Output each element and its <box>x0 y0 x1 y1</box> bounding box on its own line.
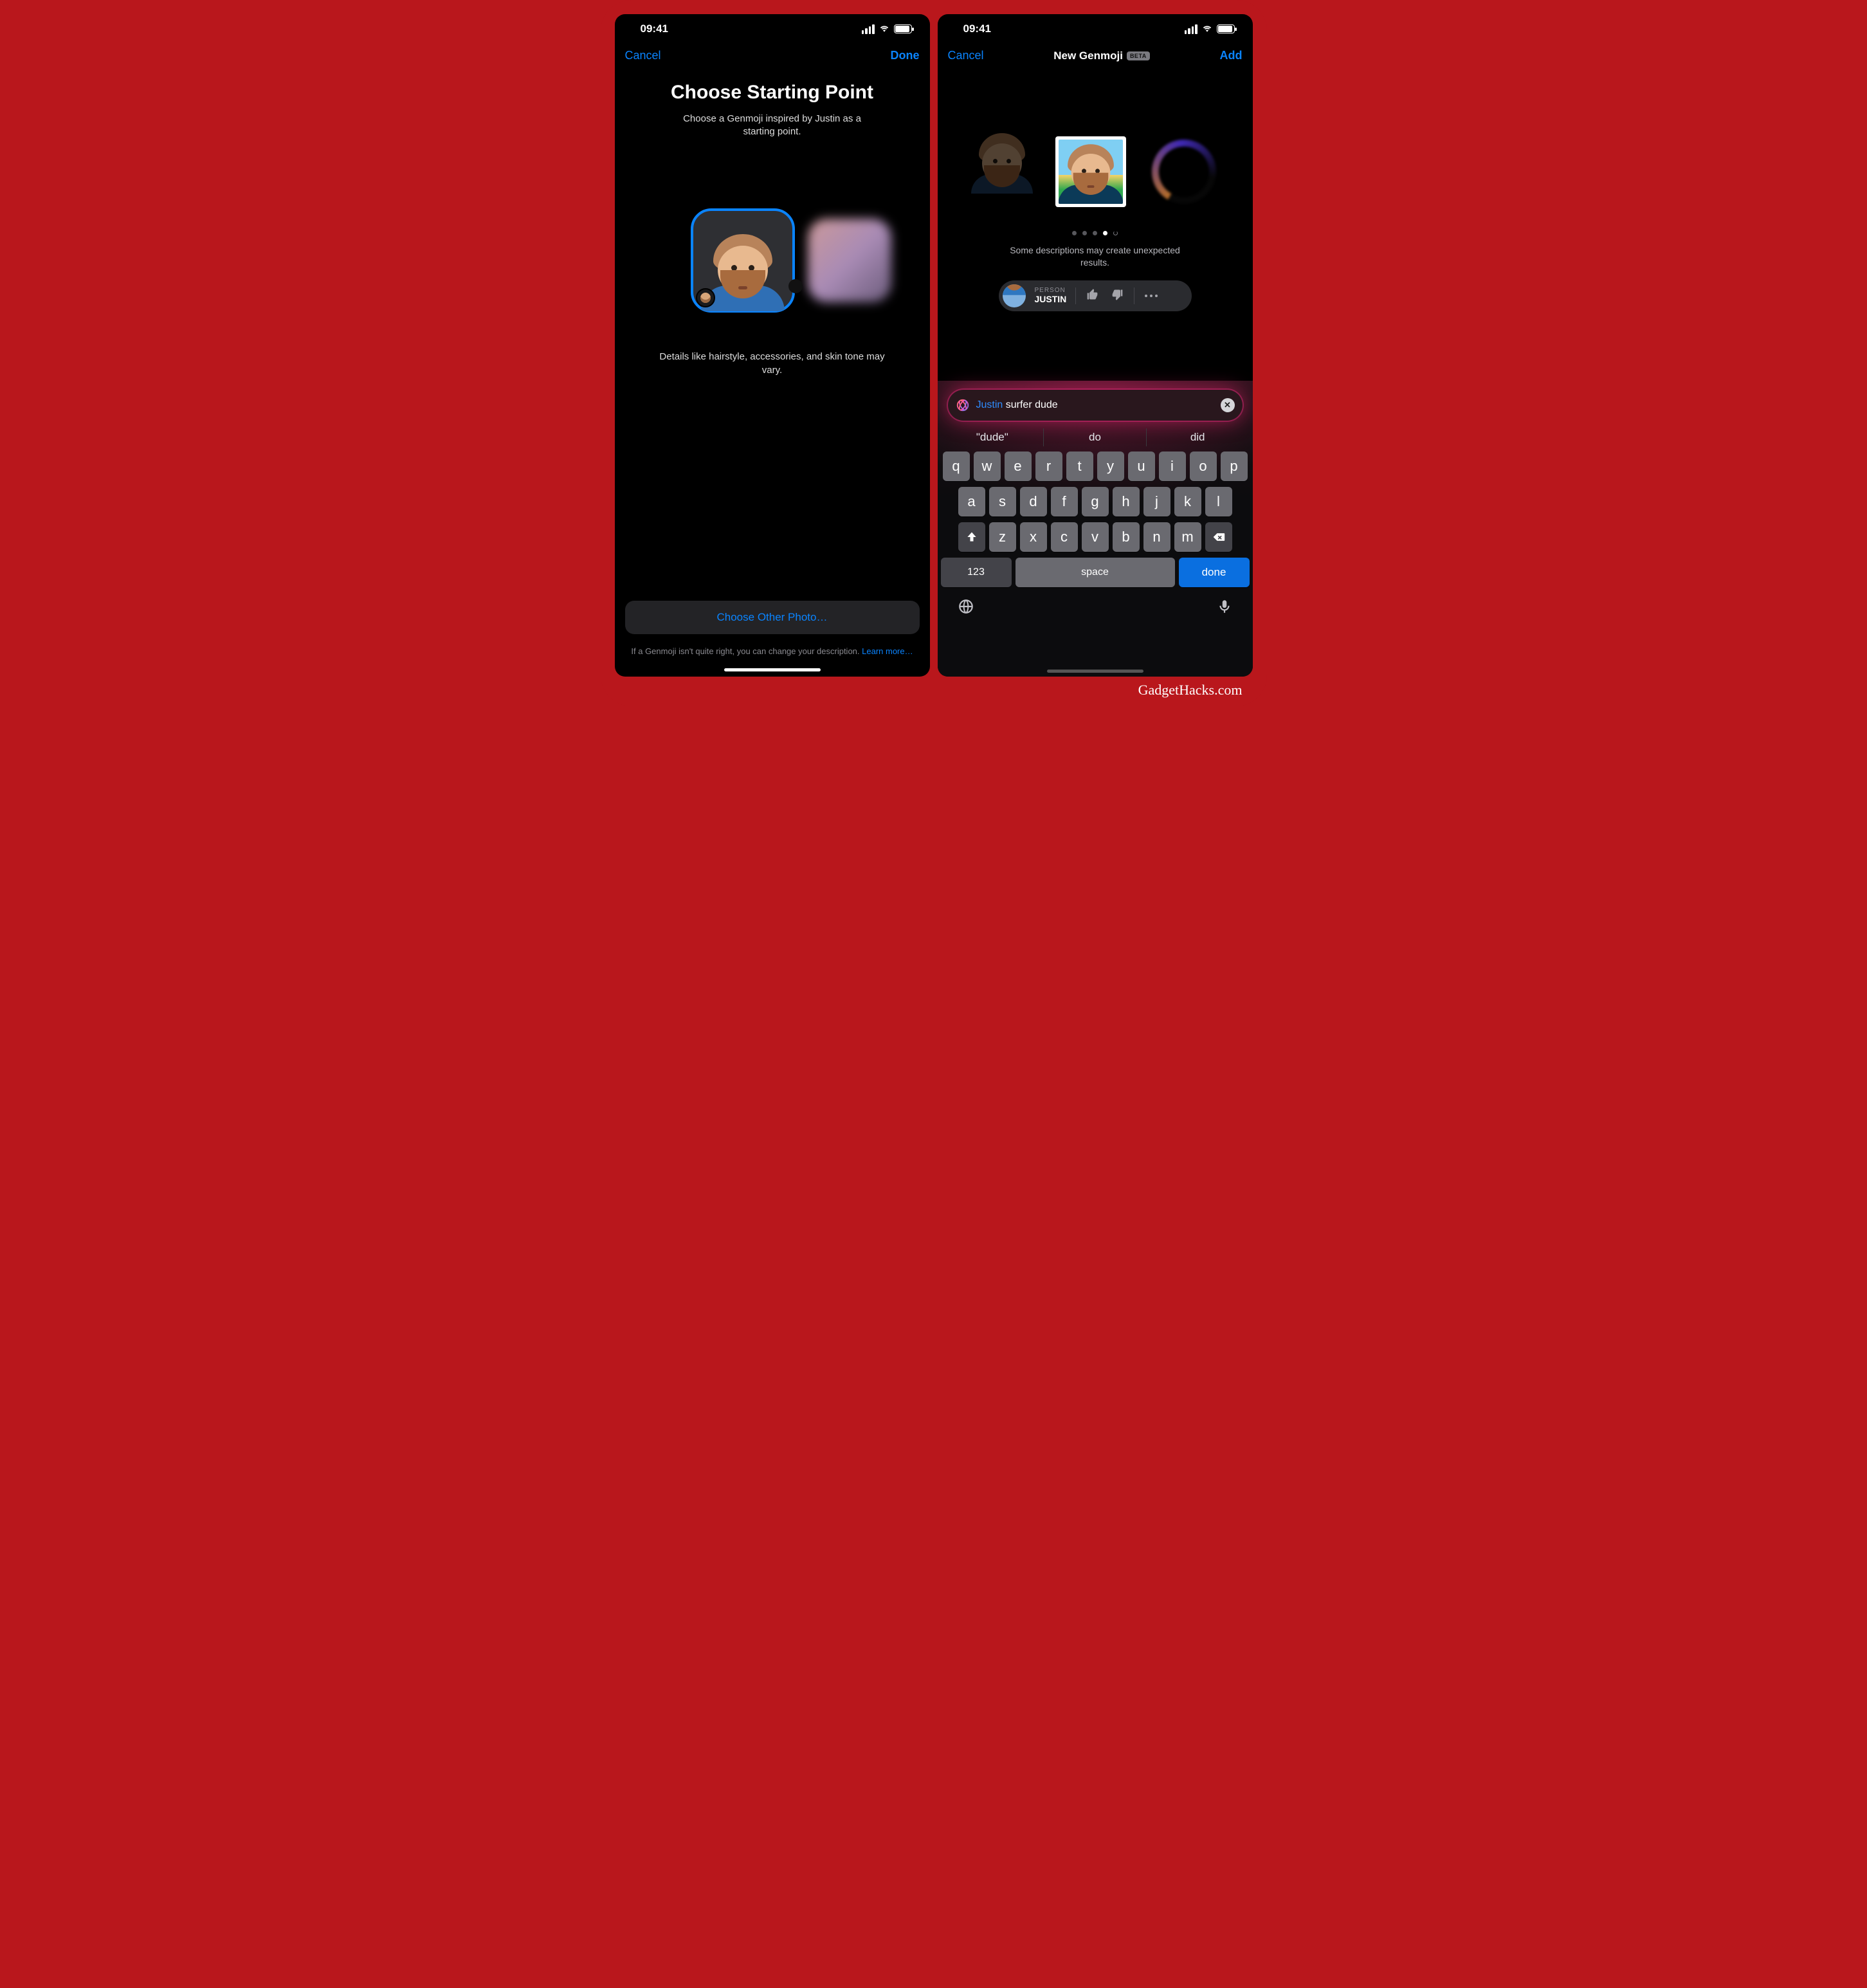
key-r[interactable]: r <box>1035 451 1062 481</box>
page-title: Choose Starting Point <box>615 82 930 104</box>
key-h[interactable]: h <box>1113 487 1140 516</box>
learn-more-link[interactable]: Learn more… <box>862 646 913 656</box>
key-o[interactable]: o <box>1190 451 1217 481</box>
key-d[interactable]: d <box>1020 487 1047 516</box>
shift-key[interactable] <box>958 522 985 552</box>
key-row-2: asdfghjkl <box>941 487 1250 516</box>
apple-intelligence-icon <box>956 398 970 412</box>
choose-other-photo-button[interactable]: Choose Other Photo… <box>625 601 920 634</box>
prompt-text: Justin surfer dude <box>976 399 1214 411</box>
source-photo-badge <box>788 279 803 293</box>
status-time: 09:41 <box>641 23 668 35</box>
key-y[interactable]: y <box>1097 451 1124 481</box>
mic-key[interactable] <box>1216 598 1233 617</box>
key-x[interactable]: x <box>1020 522 1047 552</box>
battery-icon <box>1217 24 1235 33</box>
person-pill: PERSON JUSTIN <box>999 280 1192 311</box>
beta-badge: BETA <box>1127 51 1150 60</box>
wifi-icon <box>1201 24 1213 33</box>
key-v[interactable]: v <box>1082 522 1109 552</box>
key-e[interactable]: e <box>1005 451 1032 481</box>
navbar: Cancel Done <box>615 44 930 75</box>
clear-input-button[interactable]: ✕ <box>1221 398 1235 412</box>
key-u[interactable]: u <box>1128 451 1155 481</box>
more-button[interactable] <box>1143 293 1159 298</box>
key-z[interactable]: z <box>989 522 1016 552</box>
key-l[interactable]: l <box>1205 487 1232 516</box>
done-button[interactable]: Done <box>891 49 920 62</box>
key-i[interactable]: i <box>1159 451 1186 481</box>
cancel-button[interactable]: Cancel <box>625 49 661 62</box>
thumbs-up-button[interactable] <box>1085 287 1100 304</box>
key-k[interactable]: k <box>1174 487 1201 516</box>
key-f[interactable]: f <box>1051 487 1078 516</box>
thumbs-down-button[interactable] <box>1109 287 1125 304</box>
prompt-input[interactable]: Justin surfer dude ✕ <box>948 390 1243 421</box>
carousel-item-loading <box>1152 140 1216 204</box>
key-m[interactable]: m <box>1174 522 1201 552</box>
keyboard-area: Justin surfer dude ✕ "dude" do did qwert… <box>938 381 1253 677</box>
key-g[interactable]: g <box>1082 487 1109 516</box>
carousel-item-prev[interactable] <box>974 133 1030 210</box>
space-key[interactable]: space <box>1015 558 1175 587</box>
home-indicator[interactable] <box>1047 670 1143 673</box>
wifi-icon <box>879 24 890 33</box>
done-key[interactable]: done <box>1179 558 1250 587</box>
key-row-1: qwertyuiop <box>941 451 1250 481</box>
person-label: PERSON JUSTIN <box>1035 287 1067 304</box>
keyboard-suggestions: "dude" do did <box>942 428 1249 446</box>
watermark: GadgetHacks.com <box>615 677 1253 704</box>
person-chip[interactable] <box>1003 284 1026 307</box>
key-s[interactable]: s <box>989 487 1016 516</box>
suggestion[interactable]: "dude" <box>942 428 1044 446</box>
starting-point-card-next[interactable] <box>808 219 891 302</box>
keyboard: qwertyuiop asdfghjkl zxcvbnm 123 space d… <box>938 451 1253 623</box>
carousel-item-current[interactable] <box>1055 136 1126 207</box>
variation-note: Details like hairstyle, accessories, and… <box>657 350 888 377</box>
delete-key[interactable] <box>1205 522 1232 552</box>
key-j[interactable]: j <box>1143 487 1170 516</box>
add-button[interactable]: Add <box>1220 49 1243 62</box>
footnote: If a Genmoji isn't quite right, you can … <box>625 646 920 657</box>
key-q[interactable]: q <box>943 451 970 481</box>
key-a[interactable]: a <box>958 487 985 516</box>
key-p[interactable]: p <box>1221 451 1248 481</box>
status-icons <box>1185 24 1235 34</box>
cancel-button[interactable]: Cancel <box>948 49 984 62</box>
globe-key[interactable] <box>958 598 974 617</box>
suggestion[interactable]: did <box>1146 428 1249 446</box>
phone-left: 09:41 Cancel Done Choose Starting Point … <box>615 14 930 677</box>
key-t[interactable]: t <box>1066 451 1093 481</box>
genmoji-carousel[interactable] <box>938 127 1253 217</box>
numbers-key[interactable]: 123 <box>941 558 1012 587</box>
suggestion[interactable]: do <box>1043 428 1146 446</box>
navbar: Cancel New Genmoji BETA Add <box>938 44 1253 75</box>
status-bar: 09:41 <box>615 14 930 44</box>
status-icons <box>862 24 912 34</box>
key-w[interactable]: w <box>974 451 1001 481</box>
status-bar: 09:41 <box>938 14 1253 44</box>
nav-title: New Genmoji BETA <box>1053 50 1150 62</box>
home-indicator[interactable] <box>724 668 821 671</box>
phone-right: 09:41 Cancel New Genmoji BETA Add <box>938 14 1253 677</box>
key-n[interactable]: n <box>1143 522 1170 552</box>
page-dots[interactable] <box>938 231 1253 235</box>
source-photo-badge <box>696 288 715 307</box>
key-c[interactable]: c <box>1051 522 1078 552</box>
signal-icon <box>862 24 875 34</box>
battery-icon <box>894 24 912 33</box>
starting-point-gallery <box>615 210 930 311</box>
key-b[interactable]: b <box>1113 522 1140 552</box>
status-time: 09:41 <box>963 23 991 35</box>
results-warning: Some descriptions may create unexpected … <box>1008 244 1182 269</box>
signal-icon <box>1185 24 1198 34</box>
starting-point-card-selected[interactable] <box>692 210 794 311</box>
key-row-3: zxcvbnm <box>941 522 1250 552</box>
page-subtitle: Choose a Genmoji inspired by Justin as a… <box>669 113 875 139</box>
